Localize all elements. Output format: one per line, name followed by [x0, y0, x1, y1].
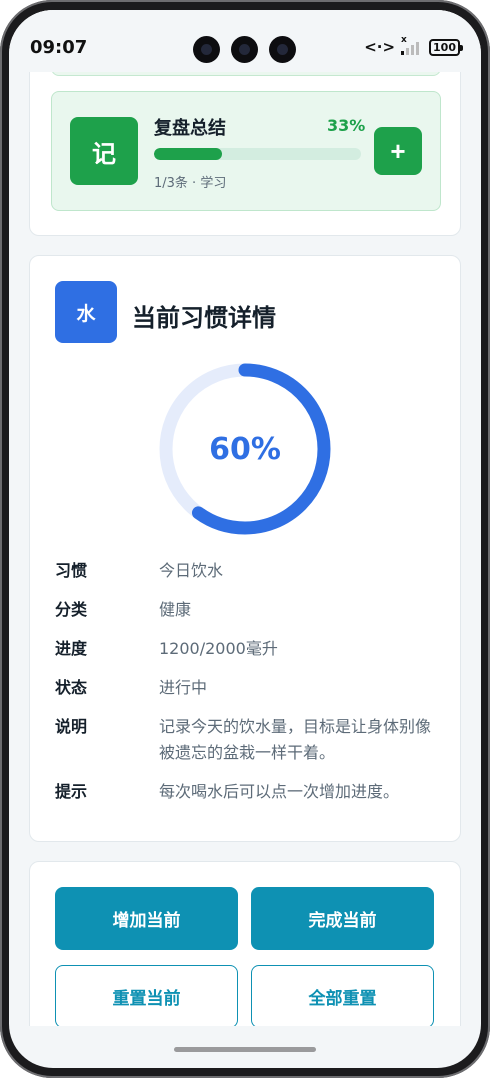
info-key: 提示 [55, 782, 88, 801]
info-key: 习惯 [55, 561, 88, 580]
app-screen: 记 复盘总结 33% 1/3条 · 学习 + 水 当前习惯详情 60% 习惯 今… [9, 10, 481, 1068]
increase-current-button[interactable]: 增加当前 [55, 887, 238, 950]
detail-avatar: 水 [55, 281, 117, 343]
camera-icon [231, 36, 258, 63]
info-value: 今日饮水 [159, 561, 224, 580]
add-progress-button[interactable]: + [374, 127, 422, 175]
info-key: 进度 [55, 639, 88, 658]
habit-name: 复盘总结 [154, 118, 226, 139]
info-key: 说明 [55, 717, 88, 736]
info-key: 分类 [55, 600, 88, 619]
battery-icon: 100 [429, 38, 463, 56]
status-bar: 09:07 <·> x 100 [9, 10, 481, 72]
info-value: 进行中 [159, 678, 208, 697]
detail-title: 当前习惯详情 [132, 304, 276, 332]
signal-icon: x [401, 35, 423, 55]
reset-all-button[interactable]: 全部重置 [251, 965, 434, 1026]
info-key: 状态 [55, 678, 88, 697]
status-time: 09:07 [30, 37, 88, 58]
habit-detail-card: 水 当前习惯详情 60% 习惯 今日饮水 分类 健康 进度 1200/2000毫… [29, 255, 461, 842]
info-value: 每次喝水后可以点一次增加进度。 [159, 782, 400, 801]
habit-avatar: 记 [70, 117, 138, 185]
home-indicator[interactable] [174, 1047, 316, 1052]
habit-item-review[interactable]: 记 复盘总结 33% 1/3条 · 学习 + [51, 91, 441, 211]
complete-current-button[interactable]: 完成当前 [251, 887, 434, 950]
nfc-icon: <·> [364, 38, 396, 56]
habit-meta: 1/3条 · 学习 [154, 176, 227, 191]
info-value: 健康 [159, 600, 192, 619]
phone-frame: 记 复盘总结 33% 1/3条 · 学习 + 水 当前习惯详情 60% 习惯 今… [0, 0, 490, 1078]
habit-progress-bar [154, 148, 361, 160]
habit-progress-fill [154, 148, 223, 160]
reset-current-button[interactable]: 重置当前 [55, 965, 238, 1026]
habit-percent: 33% [327, 116, 366, 135]
info-value: 1200/2000毫升 [159, 639, 278, 658]
camera-icon [269, 36, 296, 63]
actions-card: 增加当前 完成当前 重置当前 全部重置 [29, 861, 461, 1026]
info-value: 记录今天的饮水量，目标是让身体别像被遗忘的盆栽一样干着。 [159, 717, 432, 762]
camera-icon [193, 36, 220, 63]
progress-ring: 60% [158, 362, 332, 536]
scroll-content[interactable]: 记 复盘总结 33% 1/3条 · 学习 + 水 当前习惯详情 60% 习惯 今… [9, 10, 481, 1026]
status-icons: <·> x 100 [364, 35, 463, 56]
progress-ring-label: 60% [209, 431, 281, 467]
